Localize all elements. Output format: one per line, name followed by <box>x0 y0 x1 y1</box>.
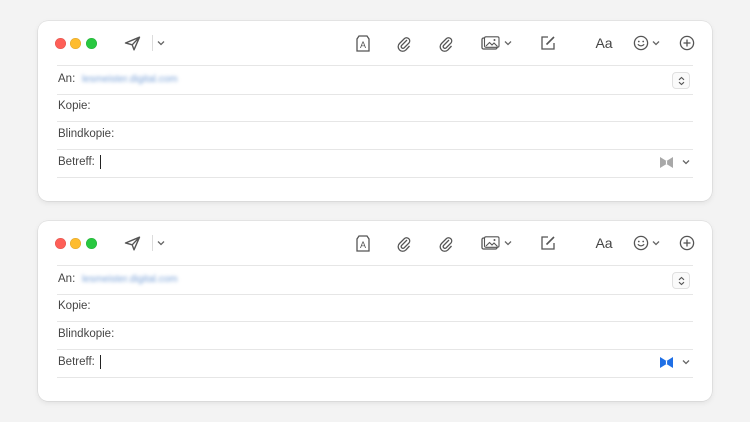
toolbar-separator <box>152 35 153 51</box>
chevron-down-icon[interactable] <box>651 32 661 54</box>
markup-icon[interactable] <box>538 32 558 54</box>
stationery-icon[interactable] <box>659 356 674 369</box>
text-cursor <box>100 355 101 369</box>
svg-text:A: A <box>360 40 366 50</box>
compose-window: A Aa An: lesmeister.digital.com Kopie: B… <box>38 221 712 401</box>
stepper-icon[interactable] <box>672 72 690 89</box>
add-icon[interactable] <box>677 32 697 54</box>
send-icon[interactable] <box>122 232 142 254</box>
chevron-down-icon[interactable] <box>503 32 513 54</box>
subject-row[interactable]: Betreff: <box>57 349 693 378</box>
compose-window: A Aa An: lesmeister.digital.com Kopie: B… <box>38 21 712 201</box>
subject-label: Betreff: <box>58 156 95 168</box>
chevron-down-icon[interactable] <box>651 232 661 254</box>
text-cursor <box>100 155 101 169</box>
bcc-row[interactable]: Blindkopie: <box>57 321 693 350</box>
cc-label: Kopie: <box>58 100 91 112</box>
attachment-alt-icon[interactable] <box>436 232 456 254</box>
chevron-down-icon[interactable] <box>681 358 691 366</box>
to-label: An: <box>58 273 76 285</box>
stepper-icon[interactable] <box>672 272 690 289</box>
close-icon[interactable] <box>55 38 66 49</box>
chevron-down-icon[interactable] <box>681 158 691 166</box>
attachment-icon[interactable] <box>394 232 414 254</box>
emoji-icon[interactable] <box>631 232 651 254</box>
toolbar: A Aa <box>38 21 712 65</box>
to-recipient[interactable]: lesmeister.digital.com <box>82 274 215 284</box>
format-icon[interactable]: A <box>353 32 373 54</box>
font-button[interactable]: Aa <box>593 32 615 54</box>
emoji-icon[interactable] <box>631 32 651 54</box>
cc-row[interactable]: Kopie: <box>57 93 693 122</box>
toolbar: A Aa <box>38 221 712 265</box>
photo-icon[interactable] <box>480 232 500 254</box>
chevron-down-icon[interactable] <box>155 32 167 54</box>
minimize-icon[interactable] <box>70 38 81 49</box>
toolbar-separator <box>152 235 153 251</box>
subject-row[interactable]: Betreff: <box>57 149 693 178</box>
close-icon[interactable] <box>55 238 66 249</box>
attachment-icon[interactable] <box>394 32 414 54</box>
zoom-icon[interactable] <box>86 238 97 249</box>
minimize-icon[interactable] <box>70 238 81 249</box>
to-row[interactable]: An: lesmeister.digital.com <box>57 265 693 295</box>
font-button[interactable]: Aa <box>593 232 615 254</box>
chevron-down-icon[interactable] <box>503 232 513 254</box>
photo-icon[interactable] <box>480 32 500 54</box>
subject-label: Betreff: <box>58 356 95 368</box>
chevron-down-icon[interactable] <box>155 232 167 254</box>
bcc-label: Blindkopie: <box>58 328 115 340</box>
zoom-icon[interactable] <box>86 38 97 49</box>
bcc-row[interactable]: Blindkopie: <box>57 121 693 150</box>
send-icon[interactable] <box>122 32 142 54</box>
format-icon[interactable]: A <box>353 232 373 254</box>
svg-text:A: A <box>360 240 366 250</box>
add-icon[interactable] <box>677 232 697 254</box>
cc-row[interactable]: Kopie: <box>57 293 693 322</box>
to-row[interactable]: An: lesmeister.digital.com <box>57 65 693 95</box>
to-label: An: <box>58 73 76 85</box>
to-recipient[interactable]: lesmeister.digital.com <box>82 74 215 84</box>
markup-icon[interactable] <box>538 232 558 254</box>
stationery-icon[interactable] <box>659 156 674 169</box>
bcc-label: Blindkopie: <box>58 128 115 140</box>
cc-label: Kopie: <box>58 300 91 312</box>
attachment-alt-icon[interactable] <box>436 32 456 54</box>
